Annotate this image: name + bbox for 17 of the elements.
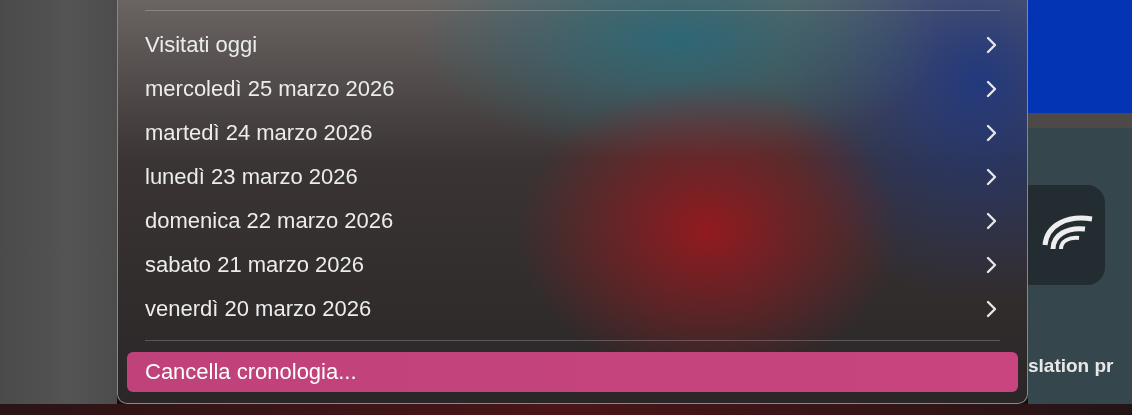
app-icon[interactable] xyxy=(1028,185,1105,285)
menu-item[interactable]: lunedì 23 marzo 2026 xyxy=(127,155,1018,199)
menu-item[interactable]: mercoledì 25 marzo 2026 xyxy=(127,67,1018,111)
menu-item[interactable]: domenica 22 marzo 2026 xyxy=(127,199,1018,243)
chevron-right-icon xyxy=(986,124,998,142)
chevron-right-icon xyxy=(986,212,998,230)
menu-item[interactable]: Visitati oggi xyxy=(127,23,1018,67)
chevron-right-icon xyxy=(986,168,998,186)
chevron-right-icon xyxy=(986,80,998,98)
menu-item[interactable]: venerdì 20 marzo 2026 xyxy=(127,287,1018,331)
chevron-right-icon xyxy=(986,256,998,274)
chevron-right-icon xyxy=(986,300,998,318)
app-caption: slation pr xyxy=(1028,355,1115,377)
chevron-right-icon xyxy=(986,36,998,54)
menu-item[interactable]: martedì 24 marzo 2026 xyxy=(127,111,1018,155)
clear-history-item[interactable]: Cancella cronologia... xyxy=(127,352,1018,392)
menu-item[interactable]: sabato 21 marzo 2026 xyxy=(127,243,1018,287)
